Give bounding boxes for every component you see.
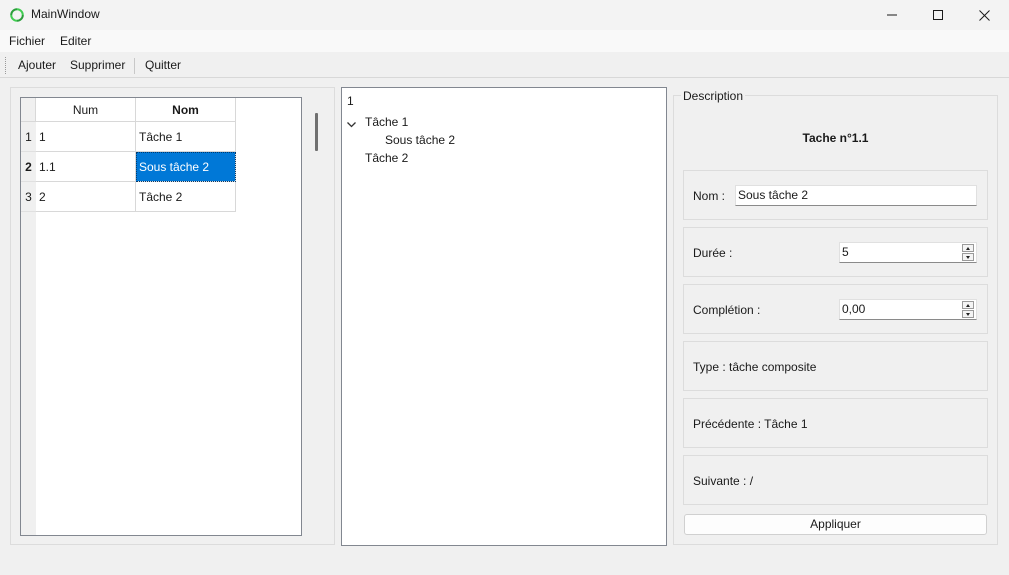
window-title: MainWindow xyxy=(31,7,100,21)
splitter-handle[interactable] xyxy=(315,113,318,151)
description-group-title: Description xyxy=(681,89,746,103)
suivante-text: Suivante : / xyxy=(693,474,754,488)
toolbar-grip[interactable] xyxy=(5,57,7,74)
qt-app-icon xyxy=(10,8,24,22)
quitter-button[interactable]: Quitter xyxy=(145,58,181,72)
tree-item-sous-tache-2[interactable]: Sous tâche 2 xyxy=(385,133,455,147)
minimize-icon xyxy=(887,14,897,16)
duree-label: Durée : xyxy=(693,246,733,260)
tree-item-tache-2[interactable]: Tâche 2 xyxy=(365,151,408,165)
minimize-button[interactable] xyxy=(869,0,915,30)
close-icon xyxy=(978,9,990,21)
cell-num[interactable]: 1 xyxy=(36,122,136,152)
duree-spinbox[interactable]: 5 xyxy=(839,242,977,263)
menu-fichier[interactable]: Fichier xyxy=(9,34,45,48)
task-heading: Tache n°1.1 xyxy=(802,131,869,145)
supprimer-button[interactable]: Supprimer xyxy=(70,58,125,72)
column-header-num[interactable]: Num xyxy=(36,98,136,122)
maximize-icon xyxy=(933,10,943,20)
chevron-down-icon[interactable] xyxy=(347,117,356,131)
menu-bar: Fichier Editer xyxy=(0,30,1009,52)
menu-editer[interactable]: Editer xyxy=(60,34,91,48)
toolbar: Ajouter Supprimer Quitter xyxy=(0,53,1009,78)
toolbar-separator xyxy=(134,58,135,74)
cell-num[interactable]: 2 xyxy=(36,182,136,212)
tree-item-tache-1[interactable]: Tâche 1 xyxy=(365,115,408,129)
row-header-3[interactable]: 3 xyxy=(21,182,36,212)
duree-increment-button[interactable] xyxy=(962,244,974,252)
completion-label: Complétion : xyxy=(693,303,761,317)
duree-decrement-button[interactable] xyxy=(962,253,974,261)
task-table[interactable]: Num Nom 1 1 Tâche 1 2 1.1 Sous tâche 2 3… xyxy=(20,97,302,536)
completion-spinbox[interactable]: 0,00 xyxy=(839,299,977,320)
cell-nom[interactable]: Tâche 1 xyxy=(136,122,236,152)
cell-nom-selected[interactable]: Sous tâche 2 xyxy=(136,152,236,182)
column-header-nom[interactable]: Nom xyxy=(136,98,236,122)
cell-num[interactable]: 1.1 xyxy=(36,152,136,182)
precedente-text: Précédente : Tâche 1 xyxy=(693,417,808,431)
row-header-1[interactable]: 1 xyxy=(21,122,36,152)
close-button[interactable] xyxy=(961,0,1007,30)
cell-nom[interactable]: Tâche 2 xyxy=(136,182,236,212)
title-bar[interactable]: MainWindow xyxy=(0,0,1009,30)
ajouter-button[interactable]: Ajouter xyxy=(18,58,56,72)
apply-button[interactable]: Appliquer xyxy=(684,514,987,535)
type-text: Type : tâche composite xyxy=(693,360,817,374)
row-header-2[interactable]: 2 xyxy=(21,152,36,182)
tree-header: 1 xyxy=(347,94,354,108)
table-corner[interactable] xyxy=(21,98,36,122)
nom-input[interactable]: Sous tâche 2 xyxy=(735,185,977,206)
maximize-button[interactable] xyxy=(915,0,961,30)
nom-label: Nom : xyxy=(693,189,726,203)
completion-value: 0,00 xyxy=(842,302,866,316)
completion-increment-button[interactable] xyxy=(962,301,974,309)
completion-decrement-button[interactable] xyxy=(962,310,974,318)
task-tree[interactable]: 1 Tâche 1 Sous tâche 2 Tâche 2 xyxy=(341,87,667,546)
duree-value: 5 xyxy=(842,245,849,259)
